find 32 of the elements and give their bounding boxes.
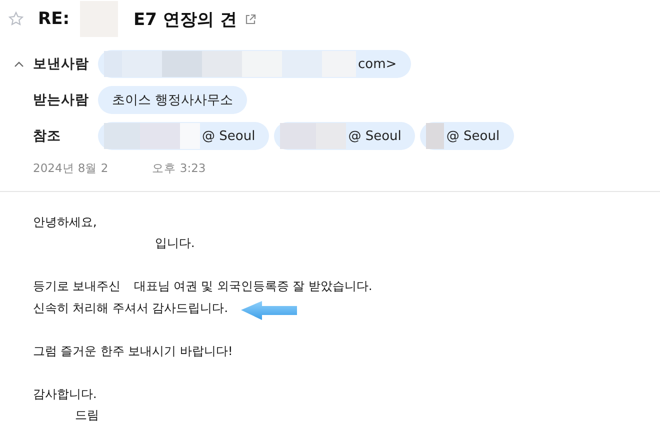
body-text: 신속히 처리해 주셔서 감사드립니다. — [33, 300, 228, 317]
redaction-block — [426, 123, 444, 149]
redaction-block — [202, 51, 242, 77]
recipient-chip[interactable]: @ Seoul — [274, 122, 416, 150]
time-text: 오후 3:23 — [152, 160, 206, 176]
field-label: 받는사람 — [33, 91, 90, 109]
subject-prefix: RE: — [38, 9, 70, 29]
redaction-block — [316, 123, 346, 149]
redaction-block — [162, 51, 202, 77]
caret-icon[interactable] — [14, 61, 24, 67]
body-text: 감사합니다. — [33, 386, 97, 403]
recipient-chip[interactable]: @ Seoul — [98, 122, 270, 150]
date-text: 2024년 8월 2 — [33, 160, 108, 176]
recipient-chip[interactable]: com> — [98, 50, 411, 78]
body-text: 대표님 여권 및 외국인등록증 잘 받았습니다. — [134, 279, 372, 296]
redaction-block — [282, 51, 322, 77]
body-text: 입니다. — [155, 236, 195, 252]
body-text: 드림 — [75, 408, 99, 424]
body-text: 등기로 보내주신 — [33, 279, 121, 296]
field-label: 참조 — [33, 127, 62, 145]
redaction-block — [242, 51, 282, 77]
email-subject: E7 연장의 견 — [134, 8, 237, 30]
redaction-block — [280, 123, 316, 149]
recipient-chip[interactable]: 초이스 행정사사무소 — [98, 86, 248, 114]
recipient-chip[interactable]: @ Seoul — [420, 122, 514, 150]
redaction-block — [104, 123, 140, 149]
field-label: 보낸사람 — [33, 55, 90, 73]
body-text: 그럼 즐거운 한주 보내시기 바랍니다! — [33, 344, 233, 360]
redaction-block — [322, 51, 356, 77]
star-icon[interactable] — [8, 11, 24, 27]
external-link-icon[interactable] — [244, 14, 256, 24]
body-text: 안녕하세요, — [33, 214, 97, 231]
